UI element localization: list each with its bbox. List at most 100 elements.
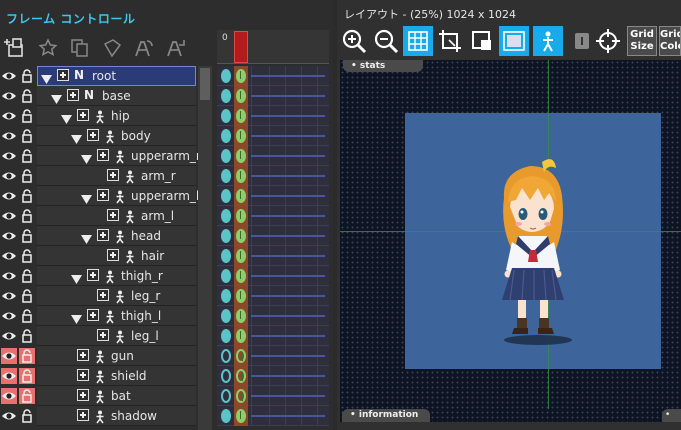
keyframe-icon[interactable] (221, 109, 231, 123)
lock-icon[interactable] (19, 248, 35, 264)
lock-icon[interactable] (19, 408, 35, 424)
keyframe-icon[interactable] (221, 409, 231, 423)
reload-a-icon[interactable] (164, 36, 188, 60)
timeline-track[interactable] (217, 266, 329, 286)
current-keyframe-icon[interactable] (236, 209, 246, 223)
timeline-header[interactable]: 0 (217, 30, 329, 64)
add-child-plus-icon[interactable] (87, 309, 99, 321)
visibility-eye-icon[interactable] (1, 308, 17, 324)
keyframe-icon[interactable] (221, 149, 231, 163)
timeline-track[interactable] (217, 366, 329, 386)
add-child-plus-icon[interactable] (77, 409, 89, 421)
expand-triangle-icon[interactable] (71, 130, 82, 144)
add-child-plus-icon[interactable] (107, 169, 119, 181)
visibility-eye-icon[interactable] (1, 348, 17, 364)
expand-triangle-icon[interactable] (81, 230, 92, 244)
keyframe-icon[interactable] (221, 369, 231, 383)
visibility-eye-icon[interactable] (1, 248, 17, 264)
current-keyframe-icon[interactable] (236, 289, 246, 303)
layer-row-thigh_l[interactable]: thigh_l (0, 306, 333, 326)
lock-icon[interactable] (19, 328, 35, 344)
add-child-plus-icon[interactable] (97, 189, 109, 201)
current-keyframe-icon[interactable] (236, 89, 246, 103)
add-child-plus-icon[interactable] (67, 89, 79, 101)
current-keyframe-icon[interactable] (236, 129, 246, 143)
current-keyframe-icon[interactable] (236, 69, 246, 83)
lock-icon[interactable] (19, 228, 35, 244)
layer-row-leg_r[interactable]: leg_r (0, 286, 333, 306)
playhead-handle[interactable] (234, 31, 248, 63)
current-keyframe-icon[interactable] (236, 349, 246, 363)
layer-scrollbar-thumb[interactable] (200, 68, 210, 100)
timeline-track[interactable] (217, 186, 329, 206)
visibility-eye-icon[interactable] (1, 368, 17, 384)
layer-row-body[interactable]: body (0, 126, 333, 146)
layer-row-leg_l[interactable]: leg_l (0, 326, 333, 346)
timeline-track[interactable] (217, 86, 329, 106)
visibility-eye-icon[interactable] (1, 288, 17, 304)
lock-icon[interactable] (19, 168, 35, 184)
add-child-plus-icon[interactable] (87, 129, 99, 141)
timeline-track[interactable] (217, 326, 329, 346)
keyframe-icon[interactable] (221, 129, 231, 143)
timeline-track[interactable] (217, 226, 329, 246)
frame-icon[interactable] (467, 26, 497, 56)
layer-row-head[interactable]: head (0, 226, 333, 246)
timeline-track[interactable] (217, 246, 329, 266)
expand-triangle-icon[interactable] (61, 110, 72, 124)
add-child-plus-icon[interactable] (87, 269, 99, 281)
timeline-track[interactable] (217, 66, 329, 86)
lock-icon[interactable] (19, 88, 35, 104)
zoom-out-icon[interactable] (371, 26, 401, 56)
lock-icon[interactable] (567, 26, 589, 56)
bounds-icon[interactable] (499, 26, 529, 56)
layer-row-shield[interactable]: shield (0, 366, 333, 386)
layer-row-base[interactable]: Nbase (0, 86, 333, 106)
layer-scrollbar[interactable] (198, 66, 212, 430)
current-keyframe-icon[interactable] (236, 189, 246, 203)
expand-triangle-icon[interactable] (51, 90, 62, 104)
visibility-eye-icon[interactable] (1, 148, 17, 164)
layer-row-upperarm_l[interactable]: upperarm_l (0, 186, 333, 206)
add-child-plus-icon[interactable] (77, 389, 89, 401)
timeline-track[interactable] (217, 406, 329, 426)
grid-size-button[interactable]: Grid Size (627, 26, 657, 56)
person-icon[interactable] (533, 26, 563, 56)
lock-icon[interactable] (19, 388, 35, 404)
keyframe-icon[interactable] (221, 89, 231, 103)
timeline-track[interactable] (217, 286, 329, 306)
layer-row-thigh_r[interactable]: thigh_r (0, 266, 333, 286)
lock-icon[interactable] (19, 148, 35, 164)
add-child-plus-icon[interactable] (97, 229, 109, 241)
visibility-eye-icon[interactable] (1, 168, 17, 184)
current-keyframe-icon[interactable] (236, 249, 246, 263)
grid-color-button[interactable]: Grid Colo (659, 26, 681, 56)
add-part-icon[interactable] (4, 36, 28, 60)
lock-icon[interactable] (19, 208, 35, 224)
visibility-eye-icon[interactable] (1, 128, 17, 144)
keyframe-icon[interactable] (221, 269, 231, 283)
visibility-eye-icon[interactable] (1, 388, 17, 404)
layout-canvas[interactable]: • stats • information • (340, 60, 681, 422)
copy-frame-icon[interactable] (68, 36, 92, 60)
keyframe-icon[interactable] (221, 189, 231, 203)
add-effect-icon[interactable] (36, 36, 60, 60)
lock-icon[interactable] (19, 308, 35, 324)
keyframe-icon[interactable] (221, 289, 231, 303)
current-keyframe-icon[interactable] (236, 269, 246, 283)
current-keyframe-icon[interactable] (236, 109, 246, 123)
expand-triangle-icon[interactable] (81, 150, 92, 164)
current-keyframe-icon[interactable] (236, 229, 246, 243)
timeline-track[interactable] (217, 386, 329, 406)
crop-icon[interactable] (435, 26, 465, 56)
visibility-eye-icon[interactable] (1, 268, 17, 284)
visibility-eye-icon[interactable] (1, 88, 17, 104)
visibility-eye-icon[interactable] (1, 228, 17, 244)
add-child-plus-icon[interactable] (97, 289, 109, 301)
zoom-in-icon[interactable] (339, 26, 369, 56)
grid-toggle-icon[interactable] (403, 26, 433, 56)
add-child-plus-icon[interactable] (77, 369, 89, 381)
secondary-info-tab[interactable]: • (662, 409, 681, 422)
rotate-a-icon[interactable] (132, 36, 156, 60)
stats-tab[interactable]: • stats (343, 60, 423, 72)
